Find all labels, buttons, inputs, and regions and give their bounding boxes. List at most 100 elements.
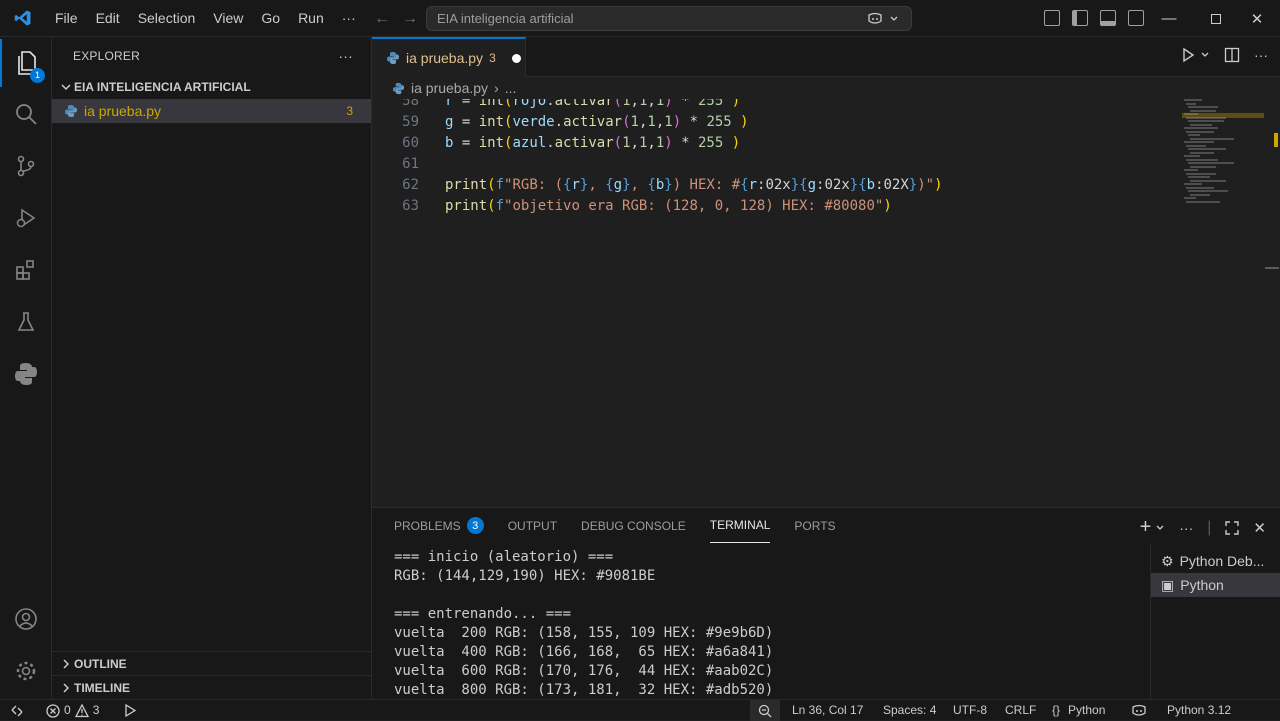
testing-activity[interactable] xyxy=(0,298,52,346)
debug-launch-indicator[interactable] xyxy=(122,700,137,721)
problems-indicator[interactable]: 0 3 xyxy=(46,700,99,721)
minimap-line xyxy=(1186,130,1214,133)
minimize-button[interactable]: — xyxy=(1146,0,1192,37)
file-item-ia-prueba[interactable]: ia prueba.py 3 xyxy=(52,99,371,123)
warning-count: 3 xyxy=(92,703,100,717)
tab-ia-prueba[interactable]: ia prueba.py 3 xyxy=(372,37,526,77)
terminal-instance-label: Python xyxy=(1180,577,1224,593)
maximize-button[interactable] xyxy=(1193,0,1239,37)
code-token: , xyxy=(630,135,639,151)
maximize-panel-icon[interactable] xyxy=(1225,520,1240,535)
panel-tab-debug-console[interactable]: DEBUG CONSOLE xyxy=(581,508,686,543)
menu-item-selection[interactable]: Selection xyxy=(129,0,205,37)
chevron-down-icon[interactable] xyxy=(1200,50,1210,60)
code-text: print(f"objetivo era RGB: (128, 0, 128) … xyxy=(445,196,892,217)
code-token: r xyxy=(748,177,758,193)
extensions-activity[interactable] xyxy=(0,246,52,294)
menu-item-more[interactable]: ··· xyxy=(333,0,365,37)
panel-tab-output[interactable]: OUTPUT xyxy=(508,508,557,543)
terminal-line: vuelta 400 RGB: (166, 168, 65 HEX: #a6a8… xyxy=(394,644,774,660)
indentation[interactable]: Spaces: 4 xyxy=(883,700,936,721)
new-terminal-icon[interactable]: + xyxy=(1140,516,1152,539)
search-activity[interactable] xyxy=(0,90,52,138)
more-actions-icon[interactable]: ··· xyxy=(1179,520,1193,536)
menu-item-go[interactable]: Go xyxy=(252,0,289,37)
language-mode[interactable]: {} Python xyxy=(1052,700,1105,721)
code-token: { xyxy=(858,177,867,193)
unsaved-dot-icon[interactable] xyxy=(511,53,521,63)
manage-activity[interactable] xyxy=(0,647,52,695)
timeline-label: TIMELINE xyxy=(74,680,130,695)
copilot-menu[interactable] xyxy=(855,8,911,29)
workspace-folder[interactable]: EIA INTELIGENCIA ARTIFICIAL xyxy=(52,75,371,99)
toggle-secondary-sidebar-icon[interactable] xyxy=(1128,10,1144,26)
terminal-instance[interactable]: ⚙ Python Deb... xyxy=(1151,549,1280,573)
close-window-button[interactable]: ✕ xyxy=(1234,0,1280,37)
close-panel-icon[interactable]: ✕ xyxy=(1253,519,1266,537)
chevron-down-icon[interactable] xyxy=(1155,523,1165,533)
terminal-output[interactable]: === inicio (aleatorio) === RGB: (144,129,… xyxy=(394,548,1134,700)
divider: | xyxy=(1207,518,1212,536)
explorer-badge: 1 xyxy=(30,68,45,83)
panel-tab-ports[interactable]: PORTS xyxy=(794,508,835,543)
source-control-activity[interactable] xyxy=(0,142,52,190)
customize-layout-icon[interactable] xyxy=(1044,10,1060,26)
code-line[interactable]: 59 g = int(verde.activar(1,1,1) * 255 ) xyxy=(372,112,1172,133)
panel-tab-problems[interactable]: PROBLEMS 3 xyxy=(394,508,484,543)
breadcrumb-file[interactable]: ia prueba.py xyxy=(411,80,488,96)
menu-item-run[interactable]: Run xyxy=(289,0,333,37)
terminal-instance[interactable]: ▣ Python xyxy=(1151,573,1280,597)
split-editor-icon[interactable] xyxy=(1224,47,1240,63)
toggle-panel-icon[interactable] xyxy=(1100,10,1116,26)
code-token: int xyxy=(478,114,505,130)
code-line[interactable]: 63 print(f"objetivo era RGB: (128, 0, 128… xyxy=(372,196,1172,217)
minimap[interactable] xyxy=(1182,99,1272,219)
toggle-primary-sidebar-icon[interactable] xyxy=(1072,10,1088,26)
debug-icon: ⚙ xyxy=(1161,552,1174,569)
python-interpreter[interactable]: Python 3.12 xyxy=(1167,700,1231,721)
code-line[interactable]: 60 b = int(azul.activar(1,1,1) * 255 ) xyxy=(372,133,1172,154)
error-count: 0 xyxy=(64,703,71,717)
encoding[interactable]: UTF-8 xyxy=(953,700,987,721)
code-token: . xyxy=(554,114,564,130)
code-editor[interactable]: 58 r = int(rojo.activar(1,1,1) * 255 ) 59 g… xyxy=(372,99,1280,507)
menu-item-edit[interactable]: Edit xyxy=(87,0,129,37)
tab-label: ia prueba.py xyxy=(406,50,484,66)
run-debug-activity[interactable] xyxy=(0,194,52,242)
code-line[interactable]: 61 xyxy=(372,154,1172,175)
menu-item-file[interactable]: File xyxy=(46,0,87,37)
run-file-icon[interactable] xyxy=(1180,47,1196,63)
timeline-section[interactable]: TIMELINE xyxy=(52,675,371,699)
code-token: 1 xyxy=(655,99,665,109)
code-line[interactable]: 58 r = int(rojo.activar(1,1,1) * 255 ) xyxy=(372,99,1172,112)
python-activity[interactable] xyxy=(0,350,52,398)
vscode-logo-icon[interactable] xyxy=(0,9,46,27)
back-arrow-icon[interactable]: ← xyxy=(368,10,396,28)
menu-item-view[interactable]: View xyxy=(204,0,252,37)
code-token: "RGB: ( xyxy=(504,177,564,193)
code-token: } xyxy=(790,177,800,193)
explorer-more-actions[interactable]: ··· xyxy=(338,48,353,64)
copilot-status[interactable] xyxy=(1131,700,1147,721)
minimap-line xyxy=(1184,141,1214,143)
zoom-indicator[interactable] xyxy=(750,700,780,721)
more-actions-icon[interactable]: ··· xyxy=(1254,47,1268,63)
remote-indicator[interactable] xyxy=(10,700,24,721)
code-token: = xyxy=(453,114,479,130)
command-center-search[interactable]: EIA inteligencia artificial xyxy=(426,6,912,31)
accounts-activity[interactable] xyxy=(0,595,52,643)
panel-tab-terminal[interactable]: TERMINAL xyxy=(709,508,771,543)
outline-section[interactable]: OUTLINE xyxy=(52,651,371,675)
chevron-right-icon xyxy=(63,658,70,669)
cursor-position[interactable]: Ln 36, Col 17 xyxy=(792,700,863,721)
warning-icon xyxy=(74,703,89,717)
code-line[interactable]: 62 print(f"RGB: ({r}, {g}, {b}) HEX: #{r:… xyxy=(372,175,1172,196)
explorer-activity[interactable]: 1 xyxy=(0,39,52,87)
end-of-line[interactable]: CRLF xyxy=(1005,700,1036,721)
problems-badge: 3 xyxy=(466,517,484,534)
breadcrumb-symbols[interactable]: ... xyxy=(505,80,517,96)
forward-arrow-icon[interactable]: → xyxy=(396,10,424,28)
terminal-line: vuelta 800 RGB: (173, 181, 32 HEX: #adb5… xyxy=(394,682,774,698)
